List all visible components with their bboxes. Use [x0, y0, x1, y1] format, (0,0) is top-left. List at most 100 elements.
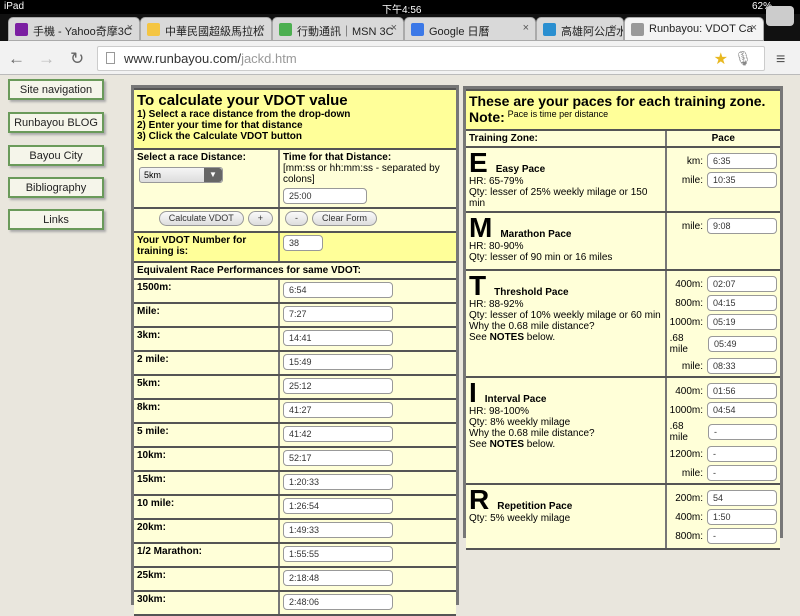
race-distance: 5 mile:: [134, 424, 280, 446]
race-distance: 20km:: [134, 520, 280, 542]
tab-2[interactable]: 行動通訊｜MSN 3C ×: [272, 17, 404, 41]
pace-output[interactable]: 04:15: [707, 295, 777, 311]
sidebar-link-2[interactable]: Bayou City: [8, 145, 104, 166]
reload-icon[interactable]: ↻: [70, 49, 84, 69]
microphone-icon[interactable]: 🎙: [734, 50, 752, 67]
pace-output[interactable]: 02:07: [707, 276, 777, 292]
sidebar-link-3[interactable]: Bibliography: [8, 177, 104, 198]
tab-5[interactable]: Runbayou: VDOT Ca ×: [624, 17, 764, 41]
pace-output[interactable]: -: [707, 465, 777, 481]
pace-row: .68 mile -: [670, 421, 777, 443]
tab-favicon-icon: [15, 23, 28, 36]
pace-distance: 1000m:: [669, 404, 703, 416]
close-tab-icon[interactable]: ×: [127, 22, 133, 34]
training-paces: These are your paces for each training z…: [463, 86, 783, 550]
pace-output[interactable]: -: [708, 424, 777, 440]
pace-row: 200m: 54: [670, 490, 777, 506]
zone-detail: Qty: 8% weekly milage: [469, 417, 571, 428]
pace-distance: mile:: [681, 220, 703, 232]
tab-1[interactable]: 中華民國超級馬拉松 ×: [140, 17, 272, 41]
close-tab-icon[interactable]: ×: [751, 22, 757, 34]
vdot-output[interactable]: 38: [283, 235, 323, 251]
pace-output[interactable]: 05:49: [708, 336, 777, 352]
race-time-output[interactable]: 52:17: [283, 450, 393, 466]
notes-link[interactable]: NOTES: [490, 332, 524, 343]
vdot-calculator: To calculate your VDOT value 1) Select a…: [131, 85, 459, 616]
tab-4[interactable]: 高雄阿公店水 ×: [536, 17, 624, 41]
race-time-cell: 1:55:55: [280, 544, 456, 566]
new-tab-button[interactable]: [766, 6, 794, 26]
race-time-cell: 1:20:33: [280, 472, 456, 494]
pace-output[interactable]: 1:50: [707, 509, 777, 525]
note-text: Pace is time per distance: [507, 109, 609, 119]
race-distance-select[interactable]: 5km ▼: [139, 167, 223, 183]
race-time-output[interactable]: 7:27: [283, 306, 393, 322]
pace-output[interactable]: 54: [707, 490, 777, 506]
zone-name: Interval Pace: [484, 394, 547, 405]
race-time-cell: 14:41: [280, 328, 456, 350]
menu-icon[interactable]: ≡: [776, 51, 785, 69]
zone-name: Easy Pace: [495, 164, 546, 175]
minus-button[interactable]: -: [285, 211, 308, 226]
close-tab-icon[interactable]: ×: [611, 22, 617, 34]
sidebar-link-1[interactable]: Runbayou BLOG: [8, 112, 104, 133]
pace-output[interactable]: 6:35: [707, 153, 777, 169]
bookmark-star-icon[interactable]: ★: [714, 49, 728, 69]
address-bar[interactable]: www.runbayou.com/jackd.htm ★ 🎙: [97, 46, 765, 71]
race-distance: Mile:: [134, 304, 280, 326]
race-time-output[interactable]: 1:49:33: [283, 522, 393, 538]
pace-output[interactable]: -: [707, 446, 777, 462]
race-time-output[interactable]: 15:49: [283, 354, 393, 370]
race-time-output[interactable]: 1:20:33: [283, 474, 393, 490]
notes-link[interactable]: NOTES: [490, 439, 524, 450]
zone-row-t: T Threshold Pace HR: 88-92% Qty: lesser of …: [466, 271, 780, 376]
race-time-output[interactable]: 25:12: [283, 378, 393, 394]
race-time-output[interactable]: 2:18:48: [283, 570, 393, 586]
race-time-output[interactable]: 41:27: [283, 402, 393, 418]
race-time-output[interactable]: 1:55:55: [283, 546, 393, 562]
calculate-vdot-button[interactable]: Calculate VDOT: [158, 211, 244, 226]
back-icon[interactable]: ←: [8, 49, 25, 69]
col-pace-header: Pace: [666, 131, 780, 146]
pace-row: mile: 9:08: [670, 218, 777, 234]
tab-title: Google 日曆: [429, 26, 490, 38]
race-time-cell: 41:42: [280, 424, 456, 446]
tab-title: Runbayou: VDOT Ca: [649, 23, 753, 35]
tab-favicon-icon: [411, 23, 424, 36]
time-hint: [mm:ss or hh:mm:ss - separated by colons…: [283, 163, 440, 185]
zone-description: E Easy Pace HR: 65-79% Qty: lesser of 25% w…: [466, 148, 667, 211]
pace-output[interactable]: 01:56: [707, 383, 777, 399]
close-tab-icon[interactable]: ×: [523, 22, 529, 34]
url-host: www.runbayou.com/: [124, 51, 242, 66]
tab-0[interactable]: 手機 - Yahoo奇摩3C ×: [8, 17, 140, 41]
pace-output[interactable]: 04:54: [707, 402, 777, 418]
pace-distance: 200m:: [675, 492, 703, 504]
pace-output[interactable]: 05:19: [707, 314, 777, 330]
pace-output[interactable]: 08:33: [707, 358, 777, 374]
device-label: iPad: [4, 1, 25, 12]
close-tab-icon[interactable]: ×: [259, 22, 265, 34]
tab-3[interactable]: Google 日曆 ×: [404, 17, 536, 41]
below-text: below.: [524, 439, 556, 450]
pace-output[interactable]: -: [707, 528, 777, 544]
sidebar-link-4[interactable]: Links: [8, 209, 104, 230]
forward-icon[interactable]: →: [38, 49, 55, 69]
race-time-output[interactable]: 6:54: [283, 282, 393, 298]
pace-output[interactable]: 10:35: [707, 172, 777, 188]
sidebar-link-0[interactable]: Site navigation: [8, 79, 104, 100]
clear-form-button[interactable]: Clear Form: [312, 211, 378, 226]
plus-button[interactable]: +: [247, 211, 273, 226]
race-time-output[interactable]: 41:42: [283, 426, 393, 442]
close-tab-icon[interactable]: ×: [391, 22, 397, 34]
zone-row-r: R Repetition Pace Qty: 5% weekly milage 200…: [466, 485, 780, 548]
zone-detail: Qty: lesser of 90 min or 16 miles: [469, 252, 613, 263]
pace-output[interactable]: 9:08: [707, 218, 777, 234]
race-distance: 1500m:: [134, 280, 280, 302]
race-row: 5 mile: 41:42: [134, 424, 456, 446]
race-time-output[interactable]: 2:48:06: [283, 594, 393, 610]
race-time-output[interactable]: 14:41: [283, 330, 393, 346]
race-time-cell: 52:17: [280, 448, 456, 470]
race-time-output[interactable]: 1:26:54: [283, 498, 393, 514]
time-input[interactable]: 25:00: [283, 188, 367, 204]
zone-row-i: I Interval Pace HR: 98-100% Qty: 8% weekly …: [466, 378, 780, 483]
